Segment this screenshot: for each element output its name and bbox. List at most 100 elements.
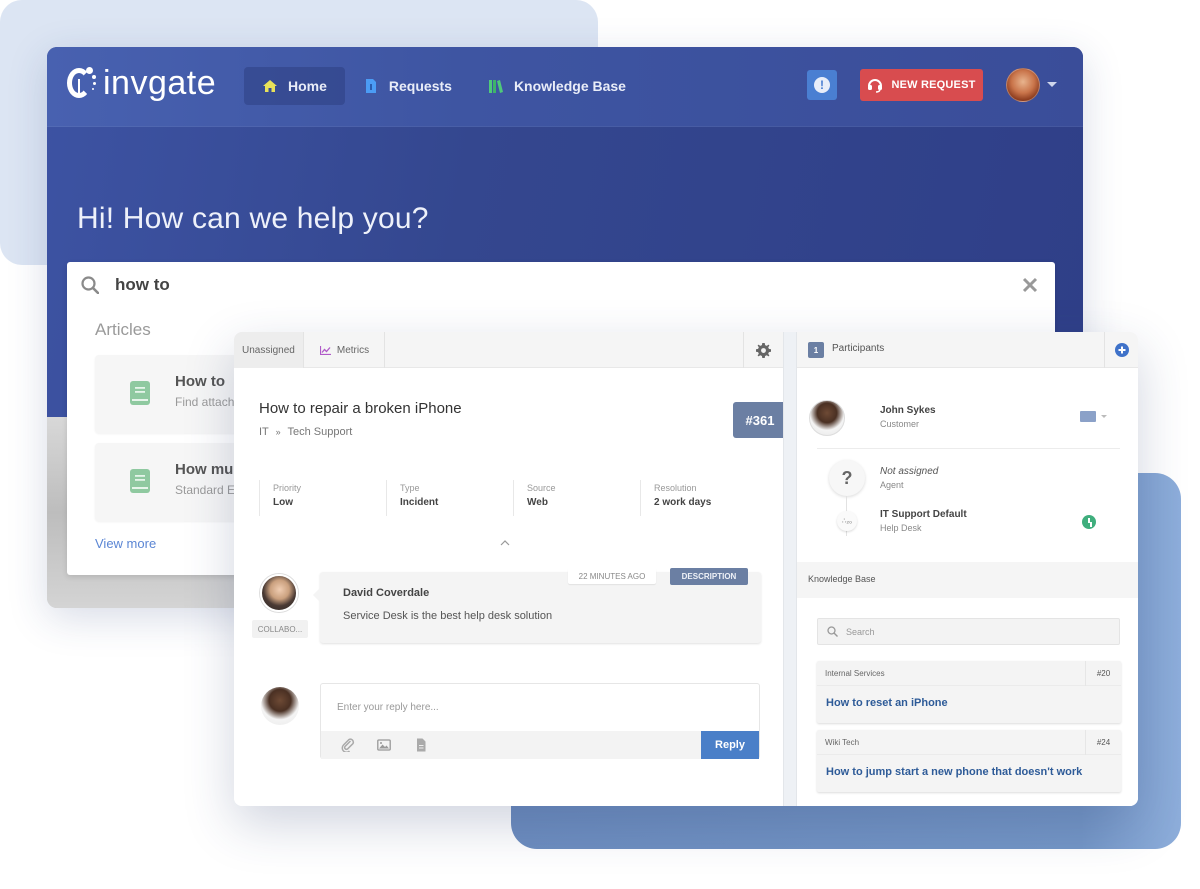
- participant-role: Help Desk: [880, 523, 922, 533]
- nav-requests[interactable]: Requests: [345, 67, 470, 105]
- kb-article-number: #24: [1085, 730, 1121, 755]
- participant-helpdesk: IT Support Default Help Desk: [880, 509, 1138, 533]
- participants-header: 1 Participants: [797, 332, 1138, 368]
- ticket-fields: Priority Low Type Incident Source Web Re…: [259, 480, 767, 516]
- brand-name: invgate: [103, 64, 217, 102]
- field-resolution: Resolution 2 work days: [640, 480, 767, 516]
- ticket-tabs: Unassigned Metrics: [234, 332, 783, 368]
- contact-card-icon[interactable]: [1080, 411, 1096, 422]
- reply-button[interactable]: Reply: [701, 731, 759, 759]
- collaborator-tag: COLLABO...: [252, 620, 308, 638]
- kb-search-input[interactable]: [846, 619, 1106, 644]
- ticket-title: How to repair a broken iPhone: [259, 400, 462, 417]
- close-icon[interactable]: [1021, 276, 1039, 294]
- nav-knowledge-base[interactable]: Knowledge Base: [470, 67, 644, 105]
- chart-icon: [319, 345, 331, 355]
- chevron-down-icon[interactable]: [1101, 415, 1107, 418]
- kb-article-card[interactable]: Wiki Tech #24 How to jump start a new ph…: [817, 730, 1121, 792]
- field-value: Low: [273, 497, 293, 508]
- kb-article-link[interactable]: How to reset an iPhone: [826, 697, 948, 709]
- participants-title: Participants: [832, 343, 885, 354]
- field-type: Type Incident: [386, 480, 513, 516]
- kb-article-category: Wiki Tech: [825, 738, 860, 747]
- comment-text: Service Desk is the best help desk solut…: [343, 610, 553, 622]
- kb-article-number: #20: [1085, 661, 1121, 686]
- kb-article-card[interactable]: Internal Services #20 How to reset an iP…: [817, 661, 1121, 723]
- article-title: How to: [175, 373, 225, 390]
- field-value: Incident: [400, 497, 439, 508]
- unassigned-agent-icon: ?: [829, 460, 865, 496]
- chevron-down-icon[interactable]: [1047, 82, 1057, 87]
- clock-icon: [1082, 515, 1096, 529]
- file-icon: [365, 79, 376, 93]
- reply-box: Reply: [320, 683, 760, 759]
- kb-card-header: [817, 730, 1121, 755]
- new-request-label: NEW REQUEST: [891, 79, 976, 91]
- settings-button[interactable]: [743, 332, 783, 368]
- commenter-avatar: [260, 574, 298, 612]
- article-subtitle: Find attach: [175, 395, 235, 409]
- participant-name: Not assigned: [880, 466, 939, 477]
- kb-article-link[interactable]: How to jump start a new phone that doesn…: [826, 766, 1082, 778]
- breadcrumb-item[interactable]: Tech Support: [288, 426, 353, 438]
- field-priority: Priority Low: [259, 480, 386, 516]
- current-user-avatar: [261, 687, 299, 725]
- gear-icon: [756, 342, 771, 358]
- participant-role: Agent: [880, 480, 904, 490]
- knowledge-base-header: Knowledge Base: [797, 562, 1138, 598]
- book-icon: [130, 381, 150, 405]
- kb-search-field[interactable]: [817, 618, 1120, 645]
- paperclip-icon[interactable]: [341, 738, 355, 752]
- breadcrumb: IT » Tech Support: [259, 426, 352, 438]
- field-value: Web: [527, 497, 548, 508]
- search-bar[interactable]: how to: [67, 262, 1055, 310]
- participant-role: Customer: [880, 419, 920, 429]
- article-title: How muc: [175, 461, 242, 478]
- nav-knowledge-base-label: Knowledge Base: [513, 78, 626, 94]
- ticket-main-panel: Unassigned Metrics How to repair a broke…: [234, 332, 787, 806]
- participant-agent: Not assigned Agent: [880, 466, 1138, 490]
- field-label: Resolution: [654, 483, 697, 493]
- comment-timestamp: 22 MINUTES AGO: [568, 568, 656, 584]
- tab-unassigned[interactable]: Unassigned: [234, 332, 304, 368]
- book-icon: [130, 469, 150, 493]
- comment-author: David Coverdale: [343, 587, 430, 599]
- image-icon[interactable]: [377, 738, 391, 752]
- divider: [817, 448, 1120, 449]
- helpdesk-icon: ∴₂₀: [837, 511, 857, 531]
- user-avatar[interactable]: [1006, 68, 1040, 102]
- field-value: 2 work days: [654, 497, 712, 508]
- tab-metrics[interactable]: Metrics: [305, 332, 385, 368]
- field-source: Source Web: [513, 480, 640, 516]
- brand-logo[interactable]: invgate: [65, 65, 216, 101]
- field-label: Priority: [273, 483, 302, 493]
- article-subtitle: Standard En: [175, 483, 242, 497]
- view-more-link[interactable]: View more: [95, 536, 156, 551]
- participant-avatar: [809, 400, 845, 436]
- plus-circle-icon: [1114, 343, 1129, 357]
- breadcrumb-separator: »: [275, 427, 281, 437]
- panel-divider[interactable]: [783, 332, 797, 806]
- ticket-window: Unassigned Metrics How to repair a broke…: [234, 332, 1138, 806]
- search-input-value[interactable]: how to: [115, 275, 170, 295]
- document-icon[interactable]: [414, 738, 428, 752]
- chevron-up-icon[interactable]: [500, 538, 510, 548]
- notifications-button[interactable]: !: [807, 70, 837, 100]
- tab-unassigned-label: Unassigned: [242, 344, 295, 356]
- tab-metrics-label: Metrics: [336, 344, 370, 356]
- field-label: Source: [527, 483, 556, 493]
- field-label: Type: [400, 483, 420, 493]
- participant-name: IT Support Default: [880, 509, 967, 520]
- books-icon: [488, 80, 503, 93]
- ticket-id-badge: #361: [733, 402, 787, 438]
- add-participant-button[interactable]: [1104, 332, 1138, 368]
- hero-title: Hi! How can we help you?: [77, 202, 429, 235]
- nav-home[interactable]: Home: [244, 67, 345, 105]
- exclamation-icon: !: [814, 77, 830, 93]
- breadcrumb-item[interactable]: IT: [259, 426, 269, 438]
- reply-input[interactable]: [321, 684, 759, 730]
- main-nav: Home Requests Knowledge Base: [244, 67, 644, 105]
- new-request-button[interactable]: NEW REQUEST: [860, 69, 983, 101]
- nav-home-label: Home: [288, 78, 327, 94]
- nav-requests-label: Requests: [388, 78, 452, 94]
